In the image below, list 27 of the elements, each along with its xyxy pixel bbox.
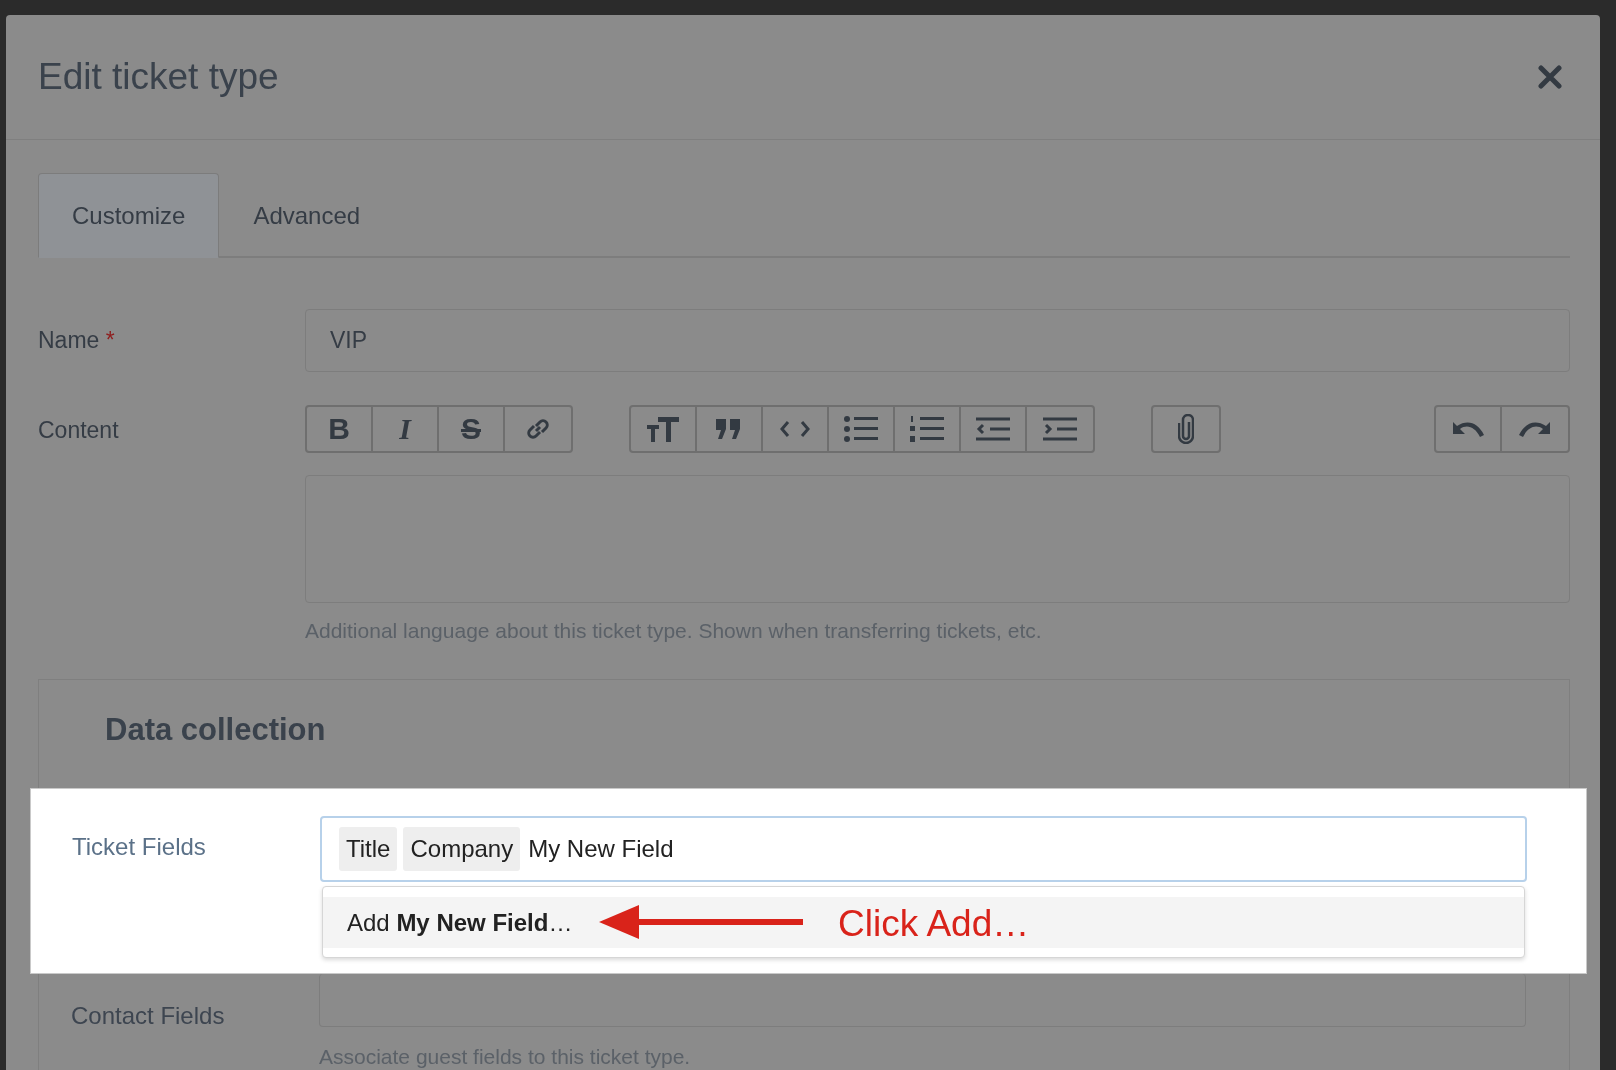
heading-icon [647,416,679,442]
field-tag[interactable]: Company [403,827,521,871]
dialog-title: Edit ticket type [38,56,279,98]
tab[interactable]: Advanced [219,173,395,258]
tab[interactable]: Customize [38,173,220,258]
field-label: Ticket Fields [71,832,207,862]
quote-icon [716,419,742,439]
typed-text: My New Field [528,835,674,863]
bullet-list-icon [844,416,878,442]
annotation-text: Click Add… [838,903,1030,945]
numbered-list-icon [910,416,944,442]
paperclip-icon [1178,414,1194,444]
ticket-fields-input[interactable]: Title Company My New Field [320,816,1527,882]
field-label: Name [38,327,100,353]
bold-button[interactable]: B [307,407,373,451]
indent-icon [1043,417,1077,441]
outdent-icon [976,417,1010,441]
field-label: Contact Fields [70,1001,226,1031]
field-label: Content [38,417,119,443]
required-mark: * [105,327,115,353]
code-icon [780,420,810,438]
italic-button[interactable]: I [373,407,439,451]
field-tag[interactable]: Title [339,827,398,871]
close-icon [1538,65,1562,89]
name-field[interactable]: VIP [305,309,1570,372]
section-title: Data collection [104,711,327,749]
strike-button[interactable]: S [439,407,505,451]
